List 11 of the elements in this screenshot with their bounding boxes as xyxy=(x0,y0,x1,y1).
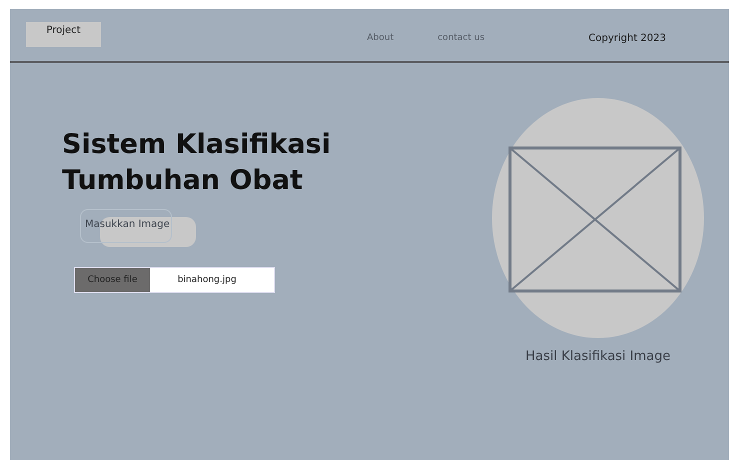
file-name: binahong.jpg xyxy=(176,274,238,287)
choose-file-button[interactable]: Choose file xyxy=(75,268,150,292)
image-placeholder-icon xyxy=(491,97,705,339)
page-title: Sistem Klasifikasi Tumbuhan Obat xyxy=(62,128,332,198)
nav-link[interactable]: contact us xyxy=(438,33,485,43)
file-input[interactable]: Choose file binahong.jpg xyxy=(74,267,275,293)
upload-label: Masukkan Image xyxy=(80,209,172,243)
copyright-text: Copyright 2023 xyxy=(588,32,666,44)
result-caption: Hasil Klasifikasi Image xyxy=(525,349,671,364)
project-button[interactable]: Project xyxy=(26,22,101,46)
nav-link[interactable]: About xyxy=(367,33,394,43)
